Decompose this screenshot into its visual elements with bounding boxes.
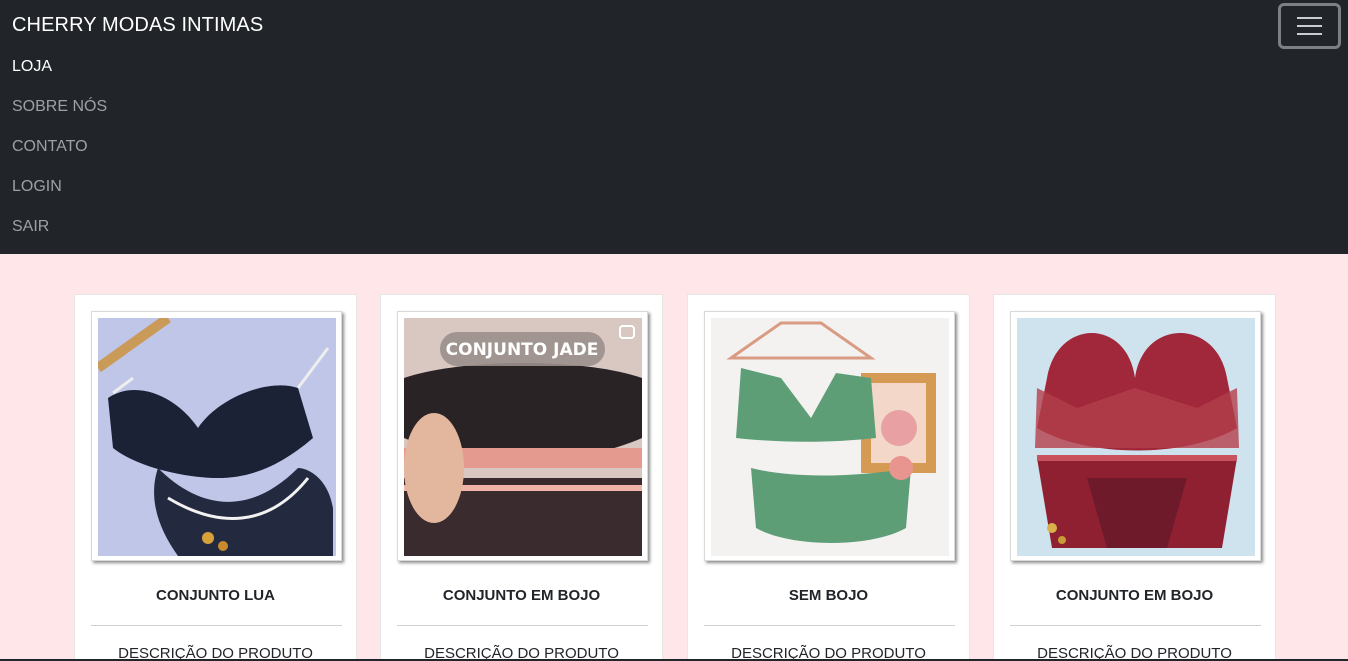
product-card[interactable]: CONJUNTO EM BOJO DESCRIÇÃO DO PRODUTO — [993, 294, 1276, 661]
nav-item-login[interactable]: LOGIN — [12, 176, 107, 216]
product-card[interactable]: SEM BOJO DESCRIÇÃO DO PRODUTO — [687, 294, 970, 661]
product-image-frame[interactable] — [1010, 311, 1261, 561]
nav-item-sobre-nos[interactable]: SOBRE NÓS — [12, 96, 107, 136]
product-image — [711, 318, 949, 556]
nav-item-contato[interactable]: CONTATO — [12, 136, 107, 176]
product-title[interactable]: CONJUNTO EM BOJO — [994, 587, 1275, 604]
nav-menu: LOJA SOBRE NÓS CONTATO LOGIN SAIR — [12, 56, 107, 256]
product-card[interactable]: CONJUNTO JADE CONJUNTO EM BOJO DESCRIÇÃO… — [380, 294, 663, 661]
nav-item-loja[interactable]: LOJA — [12, 56, 107, 96]
product-image-frame[interactable] — [91, 311, 342, 561]
image-overlay-text: CONJUNTO JADE — [446, 340, 599, 360]
product-image — [1017, 318, 1255, 556]
product-title[interactable]: CONJUNTO LUA — [75, 587, 356, 604]
nav-item-sair[interactable]: SAIR — [12, 216, 107, 256]
brand-title[interactable]: CHERRY MODAS INTIMAS — [12, 14, 263, 37]
product-image — [98, 318, 336, 556]
navbar-toggler-button[interactable] — [1278, 3, 1341, 49]
product-title[interactable]: SEM BOJO — [688, 587, 969, 604]
product-image-frame[interactable]: CONJUNTO JADE — [397, 311, 648, 561]
navbar: CHERRY MODAS INTIMAS LOJA SOBRE NÓS CONT… — [0, 0, 1348, 254]
card-divider — [1010, 625, 1261, 626]
card-divider — [397, 625, 648, 626]
card-divider — [91, 625, 342, 626]
product-image-frame[interactable] — [704, 311, 955, 561]
product-image: CONJUNTO JADE — [404, 318, 642, 556]
product-card[interactable]: CONJUNTO LUA DESCRIÇÃO DO PRODUTO — [74, 294, 357, 661]
product-title[interactable]: CONJUNTO EM BOJO — [381, 587, 662, 604]
card-divider — [704, 625, 955, 626]
